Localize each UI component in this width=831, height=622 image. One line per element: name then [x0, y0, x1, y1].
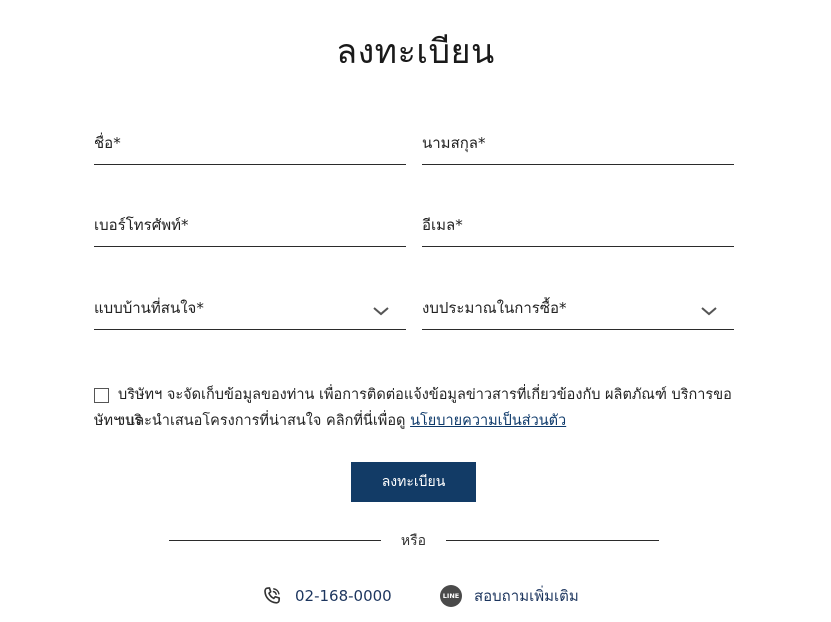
or-divider-label: หรือ	[400, 533, 427, 549]
consent-text-line2: ษัทฯ และนำเสนอโครงการที่น่าสนใจ คลิกที่น…	[94, 408, 566, 434]
first-name-field[interactable]: ชื่อ*	[94, 125, 406, 165]
last-name-label: นามสกุล*	[422, 134, 486, 152]
page-title: ลงทะเบียน	[336, 32, 495, 72]
consent-text-line2-prefix: ษัทฯ และนำเสนอโครงการที่น่าสนใจ คลิกที่น…	[94, 413, 406, 429]
line-contact-label: สอบถามเพิ่มเติม	[474, 587, 579, 605]
chevron-down-icon	[373, 307, 389, 316]
line-icon-text: LINE	[442, 592, 460, 600]
email-label: อีเมล*	[422, 216, 463, 234]
house-type-label: แบบบ้านที่สนใจ*	[94, 299, 204, 317]
phone-contact-link[interactable]: 02-168-0000	[261, 584, 392, 608]
phone-label: เบอร์โทรศัพท์*	[94, 216, 189, 234]
register-button[interactable]: ลงทะเบียน	[351, 462, 476, 502]
privacy-policy-link[interactable]: นโยบายความเป็นส่วนตัว	[410, 413, 566, 429]
line-icon: LINE	[440, 585, 462, 607]
divider-right	[446, 540, 659, 541]
budget-label: งบประมาณในการซื้อ*	[422, 299, 567, 317]
phone-icon	[264, 587, 281, 604]
chevron-down-icon	[701, 307, 717, 316]
phone-field[interactable]: เบอร์โทรศัพท์*	[94, 207, 406, 247]
first-name-label: ชื่อ*	[94, 134, 121, 152]
consent-text: บริษัทฯ จะจัดเก็บข้อมูลของท่าน เพื่อการต…	[94, 382, 744, 434]
line-contact-link[interactable]: LINE สอบถามเพิ่มเติม	[440, 584, 579, 608]
divider-left	[169, 540, 381, 541]
last-name-field[interactable]: นามสกุล*	[422, 125, 734, 165]
phone-number: 02-168-0000	[295, 587, 392, 605]
house-type-select[interactable]: แบบบ้านที่สนใจ*	[94, 290, 406, 330]
email-field[interactable]: อีเมล*	[422, 207, 734, 247]
consent-checkbox[interactable]	[94, 388, 109, 403]
budget-select[interactable]: งบประมาณในการซื้อ*	[422, 290, 734, 330]
